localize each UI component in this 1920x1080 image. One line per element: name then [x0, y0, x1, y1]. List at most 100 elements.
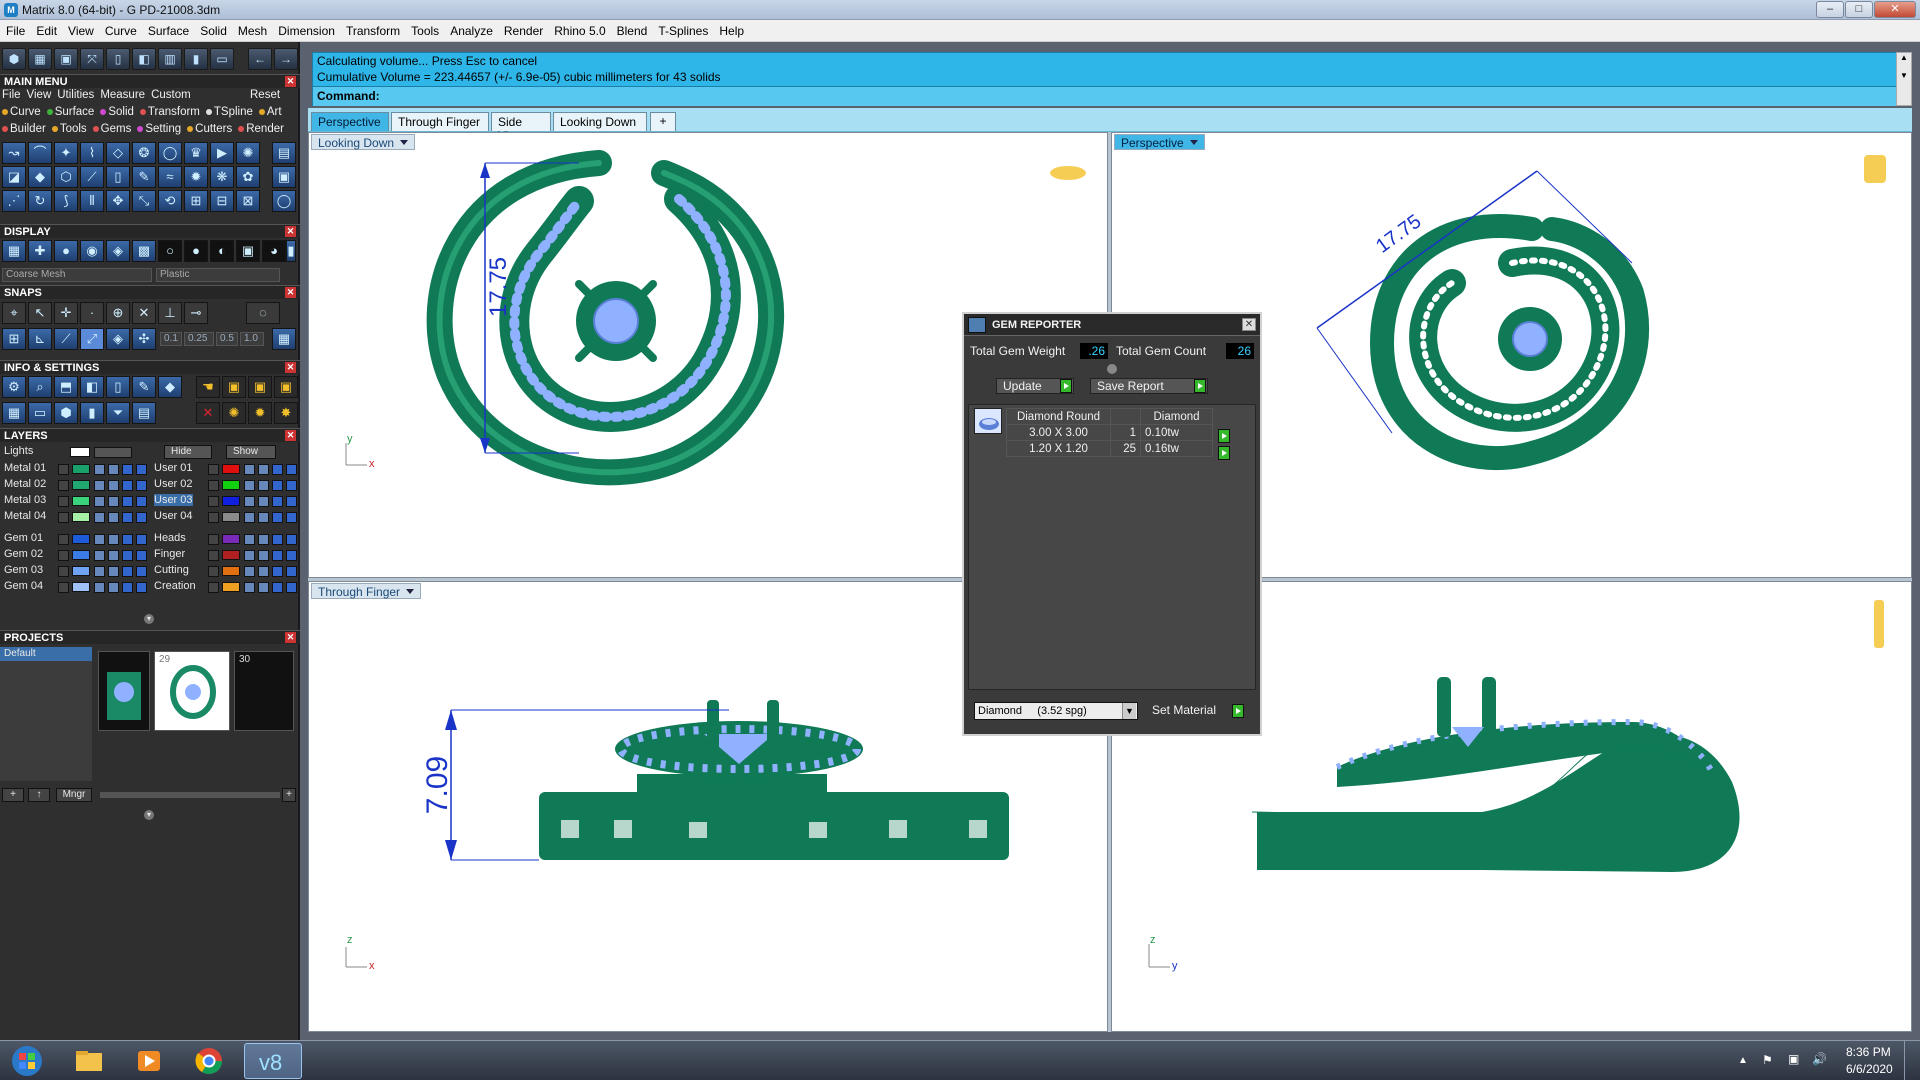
- gem-cam-icon[interactable]: [1050, 166, 1086, 180]
- ring-tool-icon[interactable]: ◯: [158, 142, 182, 164]
- update-go-icon[interactable]: [1060, 379, 1072, 393]
- project-slider[interactable]: [100, 792, 280, 798]
- layer-visible-icon[interactable]: [258, 496, 269, 507]
- snap-tan-icon[interactable]: ⊸: [184, 302, 208, 324]
- layer-visible-icon[interactable]: [258, 512, 269, 523]
- layer-lock-icon[interactable]: [94, 480, 105, 491]
- layer-expand-icon[interactable]: [58, 582, 69, 593]
- layer-visible-icon[interactable]: [258, 464, 269, 475]
- layer-expand-icon[interactable]: [208, 480, 219, 491]
- layer-visible-icon[interactable]: [258, 582, 269, 593]
- mm-tspline[interactable]: TSpline: [205, 106, 253, 118]
- mm-reset[interactable]: Reset: [250, 89, 280, 101]
- menu-render[interactable]: Render: [498, 20, 548, 38]
- add-project-button[interactable]: +: [2, 788, 24, 802]
- layer-select-icon[interactable]: [122, 464, 133, 475]
- viewport-label-looking-down[interactable]: Looking Down: [311, 134, 416, 150]
- chevron-down-icon[interactable]: ▾: [144, 614, 154, 624]
- volume-icon[interactable]: ◧: [80, 376, 104, 398]
- layer-lock-icon[interactable]: [94, 496, 105, 507]
- tab-looking-down[interactable]: Looking Down: [553, 112, 647, 131]
- close-section-icon[interactable]: ✕: [285, 226, 296, 237]
- layer-visible-icon[interactable]: [108, 512, 119, 523]
- snap-value-025[interactable]: 0.25: [184, 332, 214, 346]
- redo-icon[interactable]: →: [274, 48, 298, 70]
- layer-select-icon[interactable]: [272, 534, 283, 545]
- flow-tool-icon[interactable]: ≈: [158, 166, 182, 188]
- snap-perp-icon[interactable]: ⊥: [158, 302, 182, 324]
- show-button[interactable]: Show: [226, 445, 276, 459]
- show-desktop-button[interactable]: [1904, 1041, 1920, 1080]
- network-icon[interactable]: ▣: [1788, 1052, 1799, 1066]
- menu-help[interactable]: Help: [713, 20, 749, 38]
- layer-row[interactable]: Gem 01: [4, 532, 150, 547]
- close-section-icon[interactable]: ✕: [285, 632, 296, 643]
- gumball-icon[interactable]: ✣: [132, 328, 156, 350]
- shaded-icon[interactable]: ✚: [28, 240, 52, 262]
- layer-visible-icon[interactable]: [108, 582, 119, 593]
- menu-analyze[interactable]: Analyze: [444, 20, 498, 38]
- surface-tool-icon[interactable]: ◪: [2, 166, 26, 188]
- layer-select-icon[interactable]: [272, 480, 283, 491]
- frame-gold3-icon[interactable]: ▣: [274, 376, 298, 398]
- new-file-icon[interactable]: ▯: [106, 48, 130, 70]
- project-thumb-2[interactable]: 29: [154, 651, 230, 731]
- layer-select-icon[interactable]: [122, 566, 133, 577]
- layer-select-icon[interactable]: [272, 550, 283, 561]
- layer-select-icon[interactable]: [122, 582, 133, 593]
- layer-color-swatch[interactable]: [72, 464, 90, 474]
- panel-tool-icon[interactable]: ▤: [272, 142, 296, 164]
- layer-row[interactable]: User 04: [154, 510, 300, 525]
- layer-visible-icon[interactable]: [108, 534, 119, 545]
- smart-track-icon[interactable]: ◈: [106, 328, 130, 350]
- layer-color-swatch[interactable]: [222, 480, 240, 490]
- add-tab-button[interactable]: +: [650, 112, 676, 131]
- frame-icon[interactable]: ▣: [54, 48, 78, 70]
- layer-visible-icon[interactable]: [258, 480, 269, 491]
- volume-icon[interactable]: 🔊: [1812, 1052, 1827, 1066]
- snap-value-10[interactable]: 1.0: [240, 332, 264, 346]
- layer-expand-icon[interactable]: [58, 480, 69, 491]
- tab-through-finger[interactable]: Through Finger: [391, 112, 489, 131]
- layer-render-icon[interactable]: [136, 566, 147, 577]
- media-player-taskbar-icon[interactable]: [122, 1043, 176, 1079]
- burst-icon[interactable]: ✹: [248, 402, 272, 424]
- undo-icon[interactable]: ←: [248, 48, 272, 70]
- layer-row[interactable]: Cutting: [154, 564, 300, 579]
- layer-select-icon[interactable]: [272, 566, 283, 577]
- layer-expand-icon[interactable]: [58, 550, 69, 561]
- point-tool-icon[interactable]: ⋰: [2, 190, 26, 212]
- layer-row[interactable]: User 02: [154, 478, 300, 493]
- finger-cam-icon[interactable]: [1874, 600, 1884, 648]
- brush-tool-icon[interactable]: ✎: [132, 166, 156, 188]
- layer-row[interactable]: Gem 04: [4, 580, 150, 595]
- cluster-tool-icon[interactable]: ❋: [210, 166, 234, 188]
- env-display-icon[interactable]: ◕: [262, 240, 286, 262]
- menu-curve[interactable]: Curve: [99, 20, 142, 38]
- twist-tool-icon[interactable]: ⟲: [158, 190, 182, 212]
- clock-date[interactable]: 6/6/2020: [1846, 1062, 1893, 1076]
- wireframe-icon[interactable]: ▦: [2, 240, 26, 262]
- layer-color-swatch[interactable]: [72, 480, 90, 490]
- transform-icon[interactable]: ⤧: [80, 48, 104, 70]
- layer-select-icon[interactable]: [122, 512, 133, 523]
- layer-lock-icon[interactable]: [244, 566, 255, 577]
- folder-icon[interactable]: ▭: [210, 48, 234, 70]
- tab-perspective[interactable]: Perspective: [311, 112, 389, 131]
- layers-icon[interactable]: ▥: [158, 48, 182, 70]
- bend-tool-icon[interactable]: ⟆: [54, 190, 78, 212]
- manager-button[interactable]: Mngr: [56, 788, 92, 802]
- layer-visible-icon[interactable]: [108, 550, 119, 561]
- layer-render-icon[interactable]: [286, 582, 297, 593]
- layer-visible-icon[interactable]: [108, 480, 119, 491]
- edit-icon[interactable]: ✎: [132, 376, 156, 398]
- grid-snap-icon[interactable]: ⊞: [2, 328, 26, 350]
- mm-solid[interactable]: Solid: [100, 106, 134, 118]
- layer-color-swatch[interactable]: [222, 534, 240, 544]
- layer-expand-icon[interactable]: [208, 566, 219, 577]
- gem-table-row[interactable]: 3.00 X 3.00 1 0.10tw: [1006, 424, 1213, 441]
- explorer-taskbar-icon[interactable]: [62, 1043, 116, 1079]
- glossy-icon[interactable]: ◉: [80, 240, 104, 262]
- snap-quad-icon[interactable]: ◌: [246, 302, 280, 324]
- screen-icon[interactable]: ▭: [28, 402, 52, 424]
